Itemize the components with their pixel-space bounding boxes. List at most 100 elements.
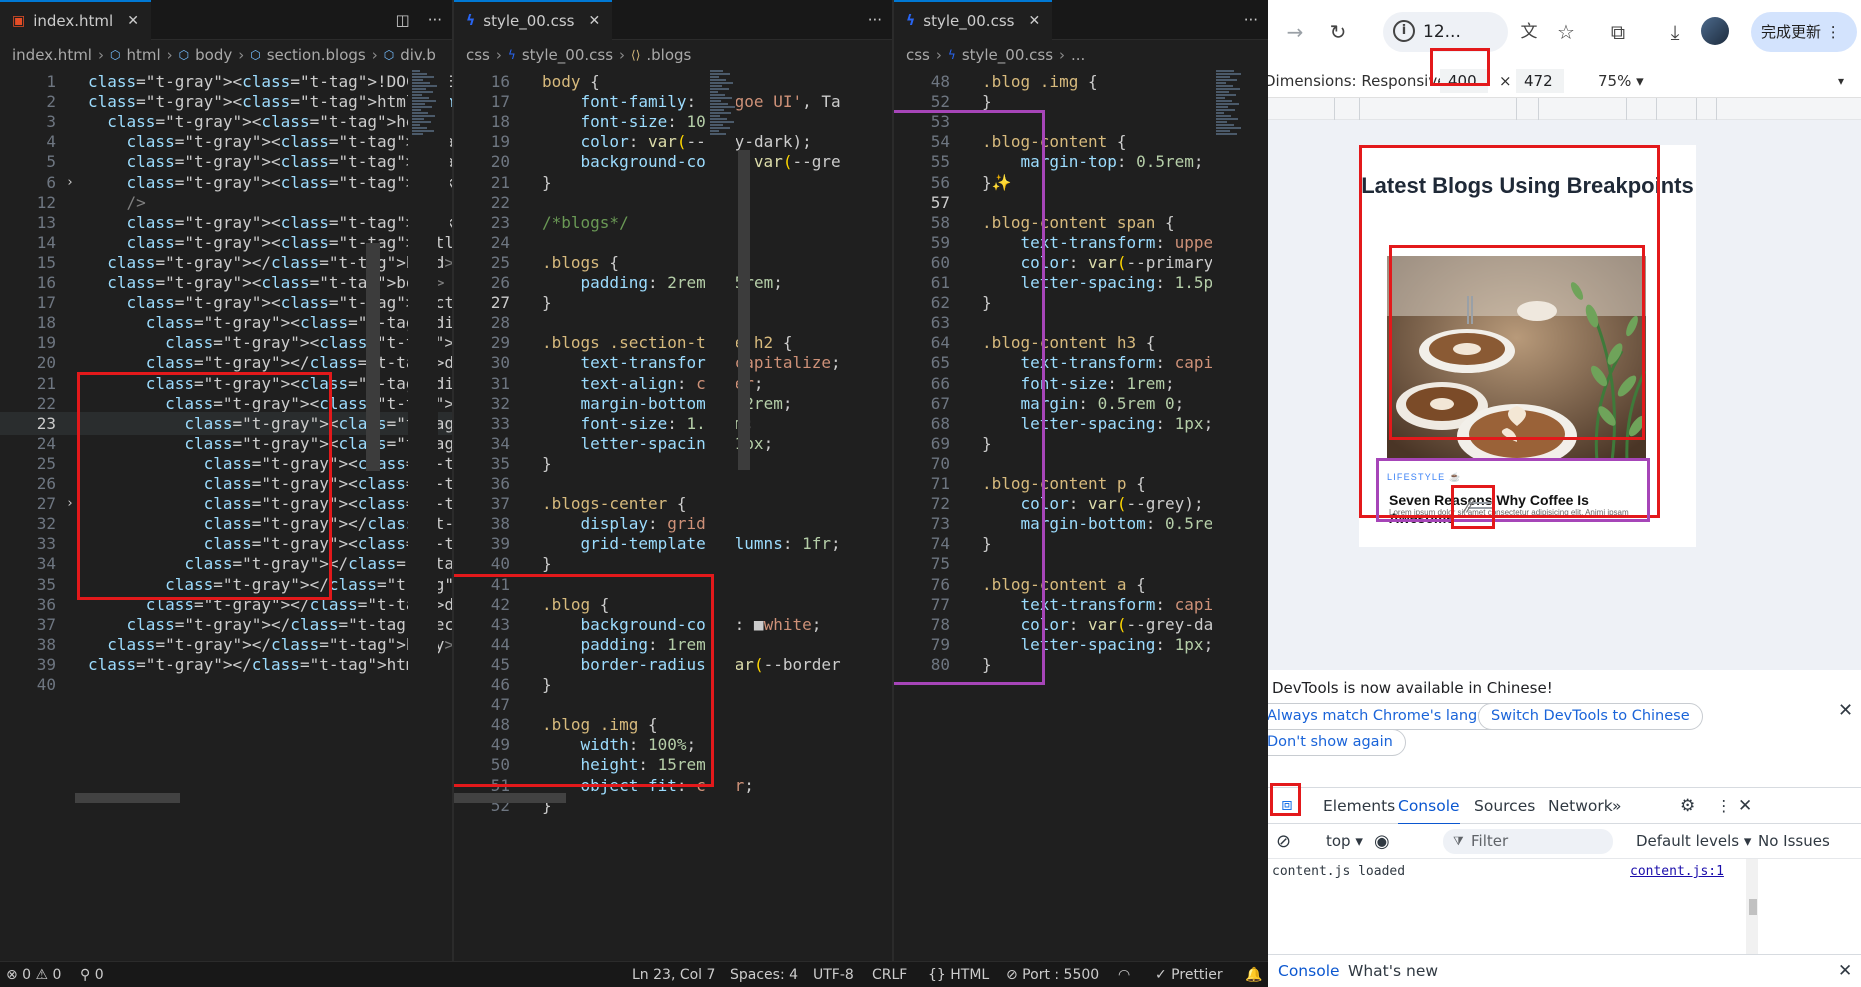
minimap-stripe [1216, 112, 1224, 114]
log-levels-select[interactable]: Default levels ▾ [1636, 824, 1751, 859]
code-editor[interactable]: 1 class="t-gray"><class="t-tag">!DOCTYPE … [0, 70, 452, 961]
breadcrumb-item[interactable]: style_00.css [522, 46, 613, 64]
indentation[interactable]: Spaces: 4 [730, 962, 798, 987]
forward-icon[interactable]: → [1280, 16, 1310, 48]
dimensions-select[interactable]: Dimensions: Responsive ▾ [1268, 64, 1459, 98]
translate-icon[interactable]: 文 [1514, 16, 1544, 48]
close-icon[interactable]: ✕ [127, 13, 139, 29]
horizontal-scrollbar-thumb[interactable] [454, 793, 566, 803]
breadcrumb-item[interactable]: style_00.css [962, 46, 1053, 64]
zoom-select[interactable]: 75% ▾ [1598, 64, 1644, 98]
issues-counter[interactable]: No Issues [1758, 824, 1830, 859]
context-select[interactable]: top ▾ [1326, 824, 1363, 859]
minimap-stripe [1216, 127, 1241, 129]
address-bar[interactable]: i 12... [1383, 12, 1508, 52]
console-toolbar: ⊘ top ▾ ◉ ⧩ Filter Default levels ▾ No I… [1268, 824, 1861, 859]
dont-show-again-button[interactable]: Don't show again [1268, 729, 1406, 756]
height-input[interactable]: 472 [1516, 69, 1564, 93]
emulated-page[interactable]: Latest Blogs Using Breakpoints LIFESTYLE… [1359, 145, 1696, 547]
kebab-menu-icon[interactable]: ⋮ [1716, 788, 1732, 825]
clear-console-icon[interactable]: ⊘ [1276, 824, 1291, 859]
download-icon[interactable]: ⤓ [1660, 16, 1690, 48]
eye-icon[interactable]: ◉ [1374, 824, 1390, 859]
language-mode[interactable]: {} HTML [928, 962, 989, 987]
device-toggle-icon[interactable]: ⧈ [1272, 788, 1302, 822]
avatar[interactable] [1701, 17, 1729, 45]
close-icon[interactable]: ✕ [588, 13, 600, 29]
console-output[interactable]: content.js loaded content.js:1 [1268, 859, 1861, 954]
drawer-tab-console[interactable]: Console [1278, 955, 1340, 987]
tab-index-html[interactable]: ▣ index.html ✕ [0, 0, 151, 40]
minimap-stripe [1216, 85, 1233, 87]
bottom-resize-handle[interactable] [1468, 502, 1494, 509]
problems-indicator[interactable]: ⊗ 0 ⚠ 0 [6, 962, 61, 987]
split-editor-icon[interactable]: ◫ [396, 11, 410, 29]
reload-icon[interactable]: ↻ [1323, 16, 1353, 48]
breadcrumb: css › ϟ style_00.css › ... [894, 40, 1268, 70]
live-server-port[interactable]: ⊘ Port : 5500 [1006, 962, 1099, 987]
media-query-ruler[interactable] [1268, 98, 1861, 120]
switch-to-chinese-button[interactable]: Switch DevTools to Chinese [1478, 703, 1703, 730]
update-button[interactable]: 完成更新 ⋮ [1751, 12, 1857, 52]
scrollbar[interactable] [438, 70, 450, 230]
url-text[interactable]: 12... [1423, 12, 1461, 52]
more-actions-icon[interactable]: ··· [428, 11, 442, 29]
horizontal-scrollbar-thumb[interactable] [75, 793, 180, 803]
tab-network[interactable]: Network [1548, 788, 1613, 825]
minimap-stripe [1216, 97, 1225, 99]
width-input[interactable]: 400 [1440, 69, 1488, 93]
cursor-position[interactable]: Ln 23, Col 7 [632, 962, 715, 987]
code-line[interactable]: 40 [0, 673, 452, 697]
tab-style-css[interactable]: ϟ style_00.css ✕ [894, 0, 1053, 40]
minimap-stripe [710, 91, 718, 93]
minimap-stripe [412, 109, 421, 111]
console-filter-input[interactable]: ⧩ Filter [1443, 829, 1613, 854]
minimap-stripe [710, 79, 726, 81]
minimap[interactable] [1212, 70, 1242, 951]
minimap-stripe [412, 106, 432, 108]
close-devtools-icon[interactable]: ✕ [1738, 788, 1752, 825]
bookmark-star-icon[interactable]: ☆ [1551, 16, 1581, 48]
drawer-tab-whats-new[interactable]: What's new [1348, 955, 1438, 987]
more-actions-icon[interactable]: ··· [1244, 11, 1258, 29]
breadcrumb-item[interactable]: .blogs [646, 46, 691, 64]
vertical-scrollbar-thumb[interactable] [738, 150, 750, 470]
breadcrumb-item[interactable]: html [126, 46, 160, 64]
line-endings[interactable]: CRLF [872, 962, 907, 987]
more-options-icon[interactable]: ▾ [1838, 64, 1844, 98]
right-resize-handle[interactable] [1467, 296, 1473, 324]
device-viewport-area: Latest Blogs Using Breakpoints LIFESTYLE… [1268, 120, 1861, 670]
minimap-stripe [412, 97, 429, 99]
breadcrumb-item[interactable]: css [906, 46, 930, 64]
extensions-icon[interactable]: ⧉ [1603, 16, 1633, 48]
source-link[interactable]: content.js:1 [1630, 864, 1724, 879]
code-editor[interactable]: 16 body {17 font-family: 'Segoe UI', Ta 18… [454, 70, 892, 961]
minimap[interactable] [408, 70, 438, 951]
minimap-stripe [710, 130, 719, 132]
more-tabs-icon[interactable]: » [1612, 788, 1621, 825]
breadcrumb-item[interactable]: body [195, 46, 232, 64]
encoding[interactable]: UTF-8 [813, 962, 854, 987]
tab-console[interactable]: Console [1398, 788, 1460, 825]
breadcrumb-item[interactable]: css [466, 46, 490, 64]
tab-style-css[interactable]: ϟ style_00.css ✕ [454, 0, 613, 40]
vertical-scrollbar-thumb[interactable] [366, 243, 380, 471]
minimap-stripe [412, 133, 423, 135]
settings-gear-icon[interactable]: ⚙ [1680, 788, 1695, 825]
breadcrumb-item[interactable]: section.blogs [267, 46, 366, 64]
close-icon[interactable]: ✕ [1838, 700, 1853, 721]
ports-indicator[interactable]: ⚲ 0 [80, 962, 104, 987]
tab-elements[interactable]: Elements [1323, 788, 1395, 825]
console-scrollbar-thumb[interactable] [1749, 899, 1757, 915]
close-icon[interactable]: ✕ [1028, 13, 1040, 29]
breadcrumb-item[interactable]: ... [1071, 46, 1085, 64]
site-info-icon[interactable]: i [1393, 20, 1415, 42]
breadcrumb-item[interactable]: div.b [400, 46, 436, 64]
breadcrumb-item[interactable]: index.html [12, 46, 92, 64]
more-actions-icon[interactable]: ··· [868, 11, 882, 29]
bell-icon[interactable]: 🔔 [1245, 962, 1262, 987]
minimap[interactable] [706, 70, 736, 951]
close-drawer-icon[interactable]: ✕ [1838, 955, 1852, 987]
prettier-status[interactable]: ✓ Prettier [1155, 962, 1223, 987]
tab-sources[interactable]: Sources [1474, 788, 1535, 825]
